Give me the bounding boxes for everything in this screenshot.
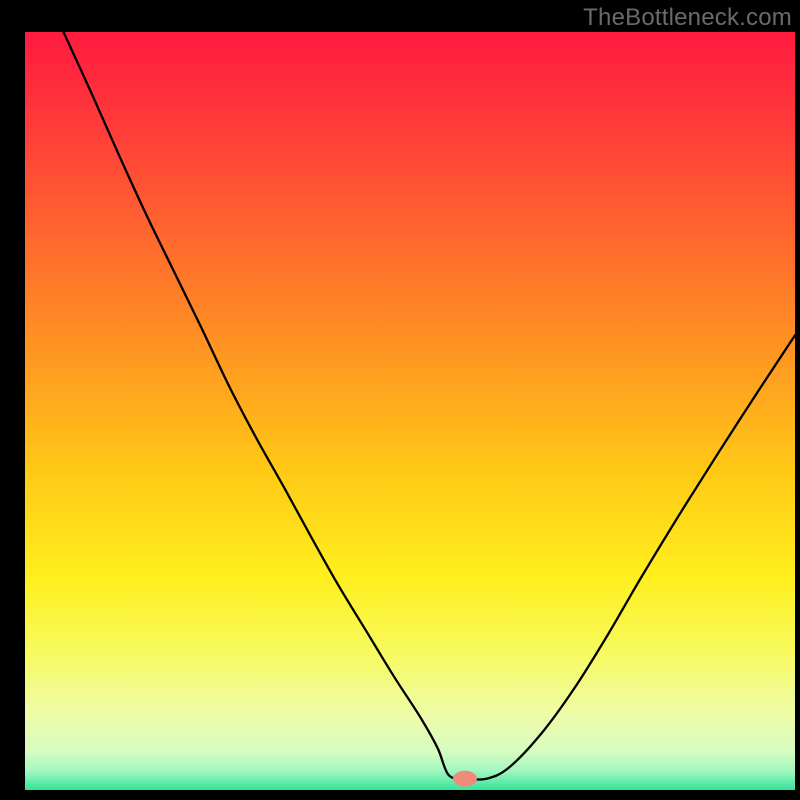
watermark-label: TheBottleneck.com xyxy=(583,4,792,32)
plot-background xyxy=(25,32,795,790)
plot-svg xyxy=(0,0,800,800)
optimal-point-marker xyxy=(453,771,477,787)
bottleneck-chart: TheBottleneck.com xyxy=(0,0,800,800)
